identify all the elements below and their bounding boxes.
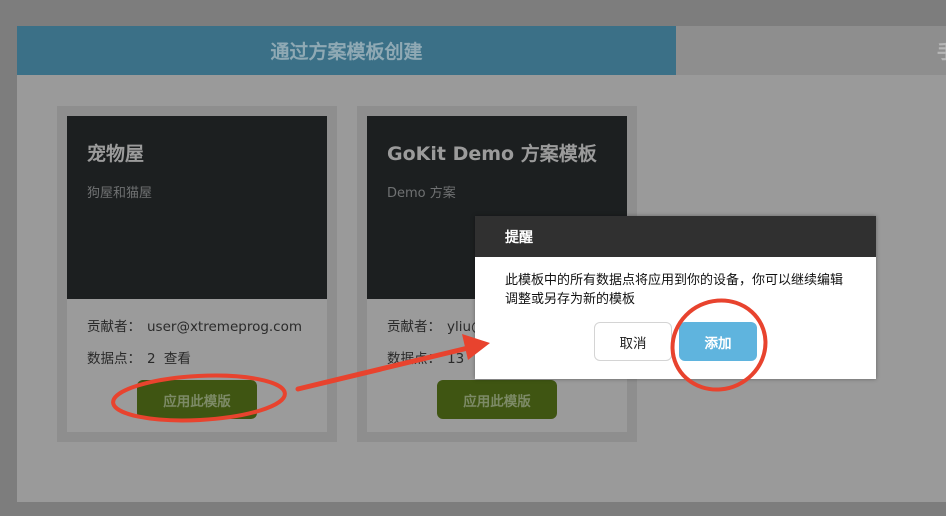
annotation-circle-apply xyxy=(111,373,287,423)
annotation-overlay xyxy=(111,298,768,423)
annotation-circle-add xyxy=(670,298,768,392)
annotation-arrow-head xyxy=(462,334,490,360)
annotation-arrow-line xyxy=(295,345,471,392)
